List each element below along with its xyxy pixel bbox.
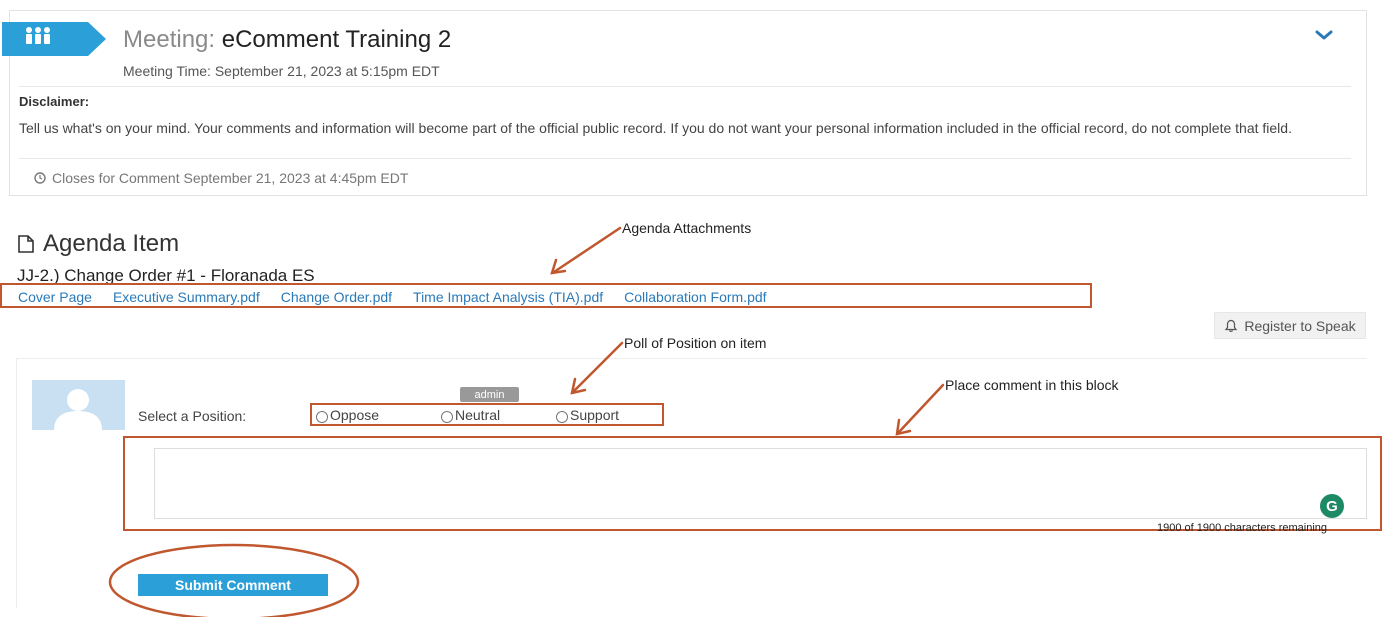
submit-comment-button[interactable]: Submit Comment xyxy=(138,574,328,596)
attachment-cover-page[interactable]: Cover Page xyxy=(18,289,92,305)
annotation-arrowhead-attachments xyxy=(550,258,567,275)
closes-text: Closes for Comment September 21, 2023 at… xyxy=(52,170,409,186)
attachment-list: Cover Page Executive Summary.pdf Change Or… xyxy=(18,289,788,305)
agenda-heading-text: Agenda Item xyxy=(43,230,180,257)
attachment-collaboration-form[interactable]: Collaboration Form.pdf xyxy=(624,289,766,305)
comment-input[interactable] xyxy=(154,448,1367,519)
avatar xyxy=(32,380,125,430)
radio-support-label[interactable]: Support xyxy=(570,407,619,423)
closes-for-comment: Closes for Comment September 21, 2023 at… xyxy=(34,170,408,186)
position-label: Select a Position: xyxy=(138,408,247,424)
divider xyxy=(19,86,1351,87)
attachment-executive-summary[interactable]: Executive Summary.pdf xyxy=(113,289,260,305)
meeting-title: Meeting: eComment Training 2 xyxy=(123,26,451,54)
grammarly-icon[interactable]: G xyxy=(1320,494,1344,518)
annotation-poll-of-position: Poll of Position on item xyxy=(624,335,767,351)
characters-remaining: 1900 of 1900 characters remaining xyxy=(1157,522,1327,534)
meeting-title-prefix: Meeting: xyxy=(123,26,216,53)
attachment-time-impact-analysis[interactable]: Time Impact Analysis (TIA).pdf xyxy=(413,289,603,305)
radio-oppose-label[interactable]: Oppose xyxy=(330,407,379,423)
disclaimer-text: Tell us what's on your mind. Your commen… xyxy=(19,120,1292,136)
annotation-agenda-attachments: Agenda Attachments xyxy=(622,220,752,236)
disclaimer-label: Disclaimer: xyxy=(19,94,90,109)
annotation-place-comment: Place comment in this block xyxy=(945,377,1119,393)
register-to-speak-button[interactable]: Register to Speak xyxy=(1214,312,1366,339)
annotation-arrow-attachments xyxy=(552,226,622,274)
attachment-change-order[interactable]: Change Order.pdf xyxy=(281,289,392,305)
bell-icon xyxy=(1225,319,1238,332)
radio-neutral[interactable] xyxy=(441,411,453,423)
register-label: Register to Speak xyxy=(1244,317,1356,334)
document-icon xyxy=(18,235,34,253)
radio-oppose[interactable] xyxy=(316,411,328,423)
meeting-name: eComment Training 2 xyxy=(221,26,452,53)
admin-badge: admin xyxy=(460,387,519,402)
chevron-down-icon[interactable] xyxy=(1314,28,1334,42)
divider xyxy=(19,158,1351,159)
clock-icon xyxy=(34,172,46,184)
user-silhouette-icon xyxy=(54,389,102,430)
radio-support[interactable] xyxy=(556,411,568,423)
agenda-heading: Agenda Item xyxy=(17,230,179,258)
radio-neutral-label[interactable]: Neutral xyxy=(455,407,500,423)
meeting-time: Meeting Time: September 21, 2023 at 5:15… xyxy=(123,63,440,79)
people-group-icon xyxy=(2,22,106,56)
